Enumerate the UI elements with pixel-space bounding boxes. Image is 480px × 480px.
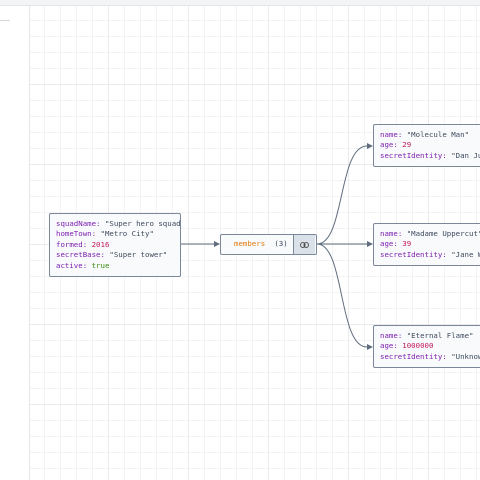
field-row: name: "Madame Uppercut" [380,229,480,239]
field-value: 29 [402,140,412,150]
field-key: secretIdentity [380,150,443,160]
field-row: homeTown: "Metro City" [56,229,154,239]
field-key: formed [56,239,83,249]
field-key: name [380,229,398,238]
field-value: "Super hero squad" [104,219,181,228]
field-key: secretBase [56,250,101,260]
field-row: secretIdentity: "Unknown" [380,352,480,362]
field-key: squadName [56,219,97,228]
sidebar-line [0,20,10,21]
field-value: "Eternal Flame" [406,331,474,340]
member-node-1[interactable]: name: "Molecule Man" age: 29 secretIdent… [373,124,480,167]
editor-sidebar[interactable] [0,6,30,480]
field-row: secretIdentity: "Jane Wilson" [380,250,480,260]
array-label: members [234,239,266,249]
field-value: "Metro City" [100,229,154,239]
field-row: age: 39 [380,239,412,249]
field-key: active [56,260,83,270]
members-array-node[interactable]: members (3) [220,234,317,255]
member-node-3[interactable]: name: "Eternal Flame" age: 1000000 secre… [373,325,480,368]
field-value: "Madame Uppercut" [406,229,480,238]
field-row: age: 29 [380,140,412,150]
field-row: age: 1000000 [380,341,434,351]
field-value: true [91,260,110,270]
field-key: age [380,140,394,150]
field-value: "Molecule Man" [406,130,470,139]
root-object-node[interactable]: squadName: "Super hero squad" homeTown: … [49,213,181,277]
field-row: active: true [56,260,110,270]
field-row: secretIdentity: "Dan Jukes" [380,151,480,161]
field-value: "Dan Jukes" [451,150,480,160]
field-key: age [380,341,394,351]
field-key: secretIdentity [380,351,443,361]
field-row: secretBase: "Super tower" [56,250,168,260]
field-key: secretIdentity [380,249,443,259]
member-node-2[interactable]: name: "Madame Uppercut" age: 39 secretId… [373,223,480,266]
collapse-button[interactable] [293,235,315,254]
field-row: name: "Eternal Flame" [380,331,474,340]
field-value: "Super tower" [109,250,168,260]
link-icon [300,241,309,248]
field-value: "Unknown" [451,351,480,361]
field-row: squadName: "Super hero squad" [56,219,180,229]
field-key: name [380,130,398,139]
field-row: formed: 2016 [56,239,110,249]
field-row: name: "Molecule Man" [380,130,470,139]
array-count: (3) [274,239,288,249]
field-key: age [380,239,394,249]
field-value: "Jane Wilson" [451,249,480,259]
field-value: 39 [402,239,412,249]
field-key: name [380,331,398,340]
field-value: 1000000 [402,341,434,351]
field-key: homeTown [56,229,92,239]
field-value: 2016 [91,239,110,249]
